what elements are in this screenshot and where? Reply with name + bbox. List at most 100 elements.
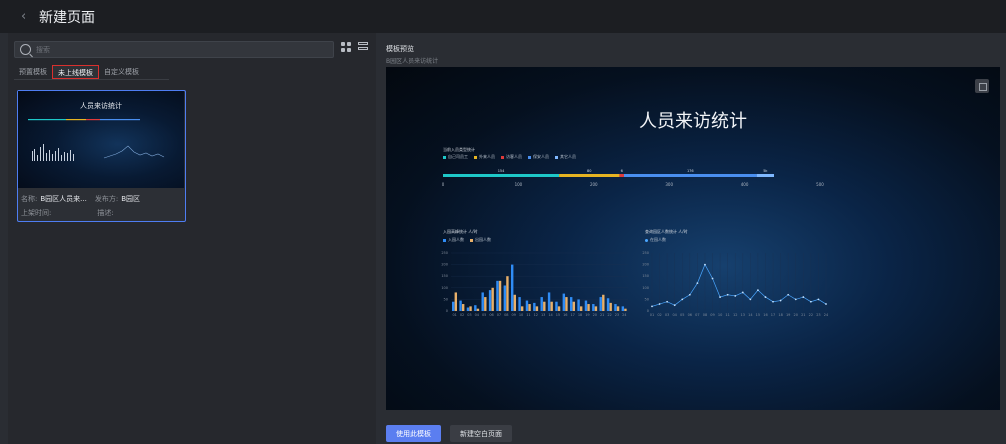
hourly-bar	[481, 292, 484, 311]
preview-header: 模板预览 B园区人员来访统计	[386, 44, 438, 65]
tab-preset[interactable]: 预置模板	[14, 65, 52, 79]
preview-charts: 154 80 6 176 5k0 100 200 300 400 5000501001502002…	[441, 169, 829, 317]
x-tick-label: 05	[482, 313, 486, 317]
hourly-bar	[503, 285, 507, 311]
hourly-bar	[579, 306, 583, 311]
x-tick-label: 21	[600, 313, 604, 317]
line-point	[726, 293, 729, 296]
line-point	[688, 293, 691, 296]
y-tick-label: 150	[441, 274, 448, 278]
line-point	[696, 282, 699, 285]
x-tick-label: 24	[824, 313, 829, 317]
line-point	[787, 293, 790, 296]
list-view-icon[interactable]	[358, 42, 368, 52]
hourly-bar	[577, 299, 580, 311]
x-tick-label: 300	[665, 182, 673, 187]
line-point	[809, 300, 812, 303]
x-tick-label: 02	[460, 313, 464, 317]
line-point	[704, 263, 706, 266]
tab-offline[interactable]: 未上线模板	[52, 65, 99, 79]
use-template-button[interactable]: 使用此模板	[386, 425, 441, 442]
preview-heading: 模板预览	[386, 45, 414, 53]
x-tick-label: 04	[672, 313, 677, 317]
y-tick-label: 200	[441, 263, 448, 267]
x-tick-label: 11	[526, 313, 530, 317]
new-blank-page-button[interactable]: 新建空白页面	[450, 425, 512, 442]
template-preview: 人员来访统计 当前入员类型统计 自己司员工 外来人员 访客人员 保安人员 其它人员 入园…	[386, 67, 1000, 410]
x-tick-label: 22	[809, 313, 813, 317]
x-tick-label: 07	[695, 313, 699, 317]
publisher-label: 发布方:	[94, 195, 119, 203]
bar-value-label: 154	[498, 169, 505, 173]
line-point	[666, 300, 669, 303]
line-point	[741, 291, 744, 294]
template-list-panel: 预置模板 未上线模板 自定义模板 人员来访统计	[8, 33, 376, 444]
hourly-bar	[540, 297, 543, 311]
y-tick-label: 0	[446, 309, 448, 313]
hourly-bar	[506, 276, 509, 311]
hourly-bar	[454, 292, 457, 311]
x-tick-label: 100	[515, 182, 523, 187]
tab-custom[interactable]: 自定义模板	[99, 65, 144, 79]
x-tick-label: 10	[519, 313, 523, 317]
publisher-value: B园区	[121, 195, 141, 203]
hourly-bar	[518, 297, 521, 311]
x-tick-label: 14	[748, 313, 753, 317]
x-tick-label: 22	[607, 313, 611, 317]
x-tick-label: 12	[733, 313, 737, 317]
x-tick-label: 20	[794, 313, 798, 317]
line-point	[749, 298, 752, 301]
x-tick-label: 01	[452, 313, 456, 317]
hourly-bar	[557, 306, 561, 311]
line-point	[772, 300, 774, 303]
x-tick-label: 0	[442, 182, 445, 187]
name-label: 名称:	[21, 195, 38, 203]
category-bar-segment	[623, 174, 757, 177]
x-tick-label: 07	[497, 313, 501, 317]
x-tick-label: 09	[710, 313, 714, 317]
hourly-bar	[555, 301, 558, 311]
hourly-bar	[550, 301, 553, 311]
category-bar-segment	[756, 174, 775, 177]
line-point	[711, 277, 714, 280]
template-card[interactable]: 人员来访统计 名称: B园区人员来... 发布方: B园区 上架时间: 描述:	[17, 90, 186, 222]
x-tick-label: 08	[504, 313, 508, 317]
y-tick-label: 50	[645, 297, 649, 301]
hourly-bar	[599, 297, 602, 311]
hourly-bar	[533, 302, 536, 311]
search-box[interactable]	[14, 41, 334, 58]
hourly-bar	[484, 297, 487, 311]
preview-subheading: B园区人员来访统计	[386, 58, 439, 65]
line-point	[734, 295, 737, 297]
search-input[interactable]	[36, 45, 316, 54]
bar-value-label: 80	[587, 169, 591, 173]
hourly-bar	[621, 306, 625, 311]
hourly-bar	[606, 298, 610, 311]
hourly-bar	[614, 304, 617, 311]
template-tabs: 预置模板 未上线模板 自定义模板	[14, 65, 169, 80]
hourly-bar	[594, 306, 598, 311]
x-tick-label: 10	[718, 313, 722, 317]
hourly-bar	[469, 306, 472, 311]
hourly-bar	[466, 307, 470, 311]
x-tick-label: 12	[534, 313, 538, 317]
page-title: 新建页面	[39, 9, 95, 26]
x-tick-label: 21	[801, 313, 805, 317]
line-point	[719, 296, 721, 298]
bar-value-label: 5k	[763, 169, 768, 173]
x-tick-label: 05	[680, 313, 684, 317]
hourly-bar	[547, 292, 551, 311]
hourly-bar	[584, 300, 588, 311]
back-chevron-icon[interactable]: ‹	[21, 9, 35, 24]
x-tick-label: 23	[615, 313, 619, 317]
line-point	[764, 296, 767, 298]
hourly-bar	[520, 306, 524, 311]
grid-view-icon[interactable]	[341, 42, 351, 52]
x-tick-label: 14	[548, 313, 553, 317]
line-point	[825, 303, 827, 305]
x-tick-label: 03	[665, 313, 669, 317]
y-tick-label: 250	[441, 251, 448, 255]
hourly-bar	[535, 306, 539, 311]
time-label: 上架时间:	[21, 209, 52, 217]
line-point	[673, 304, 676, 307]
